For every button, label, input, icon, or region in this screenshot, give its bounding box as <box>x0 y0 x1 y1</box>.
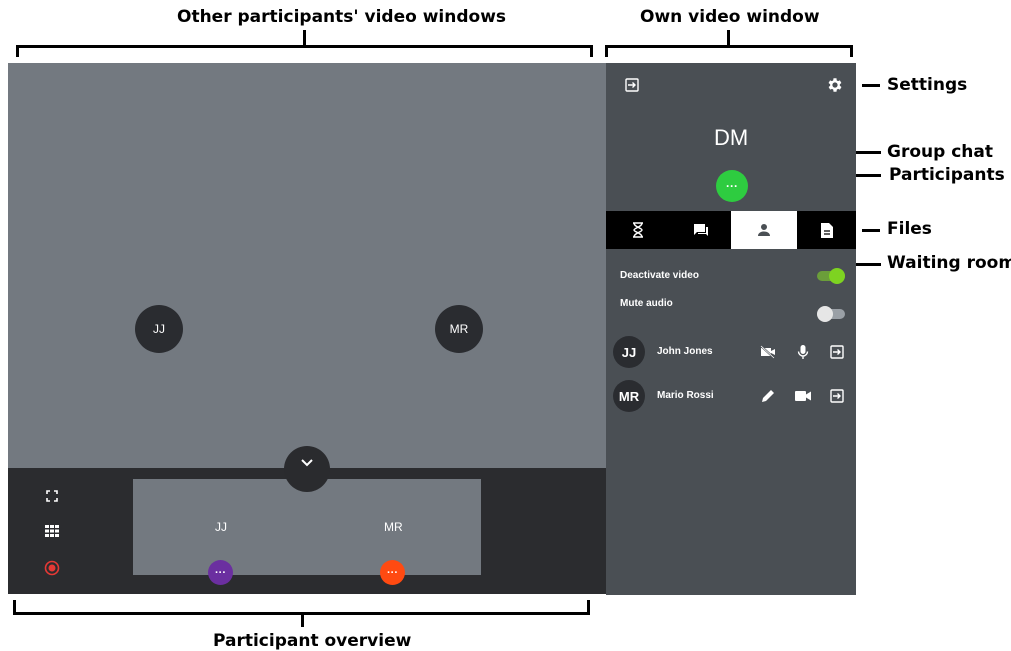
participant-row: MR Mario Rossi <box>606 378 856 414</box>
settings-gear-icon[interactable] <box>826 76 844 99</box>
tab-waiting-room[interactable] <box>606 211 670 249</box>
tab-participants[interactable] <box>731 211 797 249</box>
pointer-files <box>862 229 880 232</box>
deactivate-video-label: Deactivate video <box>620 270 699 281</box>
avatar: MR <box>613 380 645 412</box>
thumb-jj-options-button[interactable]: ··· <box>208 560 233 585</box>
bracket-own-video <box>605 45 853 48</box>
bracket-own-left <box>605 45 608 57</box>
deactivate-video-toggle[interactable] <box>817 268 845 284</box>
annotation-own-video: Own video window <box>640 7 820 27</box>
hourglass-icon <box>633 222 643 238</box>
exit-icon[interactable] <box>828 387 846 405</box>
annotation-group-chat: Group chat <box>887 142 993 162</box>
bracket-overview-center <box>301 612 304 627</box>
bracket-others-left <box>16 45 19 57</box>
participant-name: Mario Rossi <box>657 390 714 401</box>
annotation-files: Files <box>887 219 932 239</box>
mute-audio-toggle[interactable] <box>817 306 845 322</box>
thumb-label-mr[interactable]: MR <box>384 520 403 534</box>
exit-icon[interactable] <box>828 343 846 361</box>
bracket-own-center <box>727 30 730 45</box>
participant-row: JJ John Jones <box>606 334 856 370</box>
avatar: JJ <box>613 336 645 368</box>
pointer-settings <box>862 84 880 87</box>
video-off-icon[interactable] <box>759 343 777 361</box>
participant-tile-mr[interactable]: MR <box>435 305 483 353</box>
own-video-panel: DM ··· Deactivate video Mute audio JJ Jo… <box>606 63 856 595</box>
annotation-overview: Participant overview <box>213 631 412 651</box>
bracket-others-right <box>590 45 593 57</box>
panel-tabbar <box>606 211 856 249</box>
person-icon <box>758 224 770 236</box>
overview-thumbnails: JJ MR <box>133 479 481 575</box>
grid-icon[interactable] <box>44 523 60 539</box>
record-icon[interactable] <box>44 560 60 576</box>
thumb-label-jj[interactable]: JJ <box>215 520 227 534</box>
collapse-overview-button[interactable] <box>284 446 330 492</box>
participant-name: John Jones <box>657 346 713 357</box>
bracket-overview-right <box>587 600 590 615</box>
video-icon[interactable] <box>794 387 812 405</box>
own-status-button[interactable]: ··· <box>716 170 748 202</box>
annotation-waiting-room: Waiting room <box>887 253 1011 273</box>
mute-audio-label: Mute audio <box>620 298 673 309</box>
file-icon <box>820 222 833 238</box>
video-area: JJ MR <box>8 63 606 468</box>
bracket-others-center <box>303 30 306 45</box>
chat-icon <box>693 224 708 236</box>
leave-icon[interactable] <box>624 77 640 98</box>
bracket-overview-left <box>13 600 16 615</box>
mic-icon[interactable] <box>794 343 812 361</box>
annotation-participants: Participants <box>889 165 1005 185</box>
tab-group-chat[interactable] <box>670 211 731 249</box>
annotation-settings: Settings <box>887 75 968 95</box>
own-initials: DM <box>714 125 749 150</box>
bracket-own-right <box>850 45 853 57</box>
participant-tile-jj[interactable]: JJ <box>135 305 183 353</box>
annotation-others-video: Other participants' video windows <box>177 7 507 27</box>
bracket-others-video <box>16 45 593 48</box>
pencil-icon[interactable] <box>759 387 777 405</box>
tab-files[interactable] <box>797 211 856 249</box>
fullscreen-icon[interactable] <box>44 488 60 504</box>
thumb-mr-options-button[interactable]: ··· <box>380 560 405 585</box>
chevron-down-icon <box>301 459 313 467</box>
